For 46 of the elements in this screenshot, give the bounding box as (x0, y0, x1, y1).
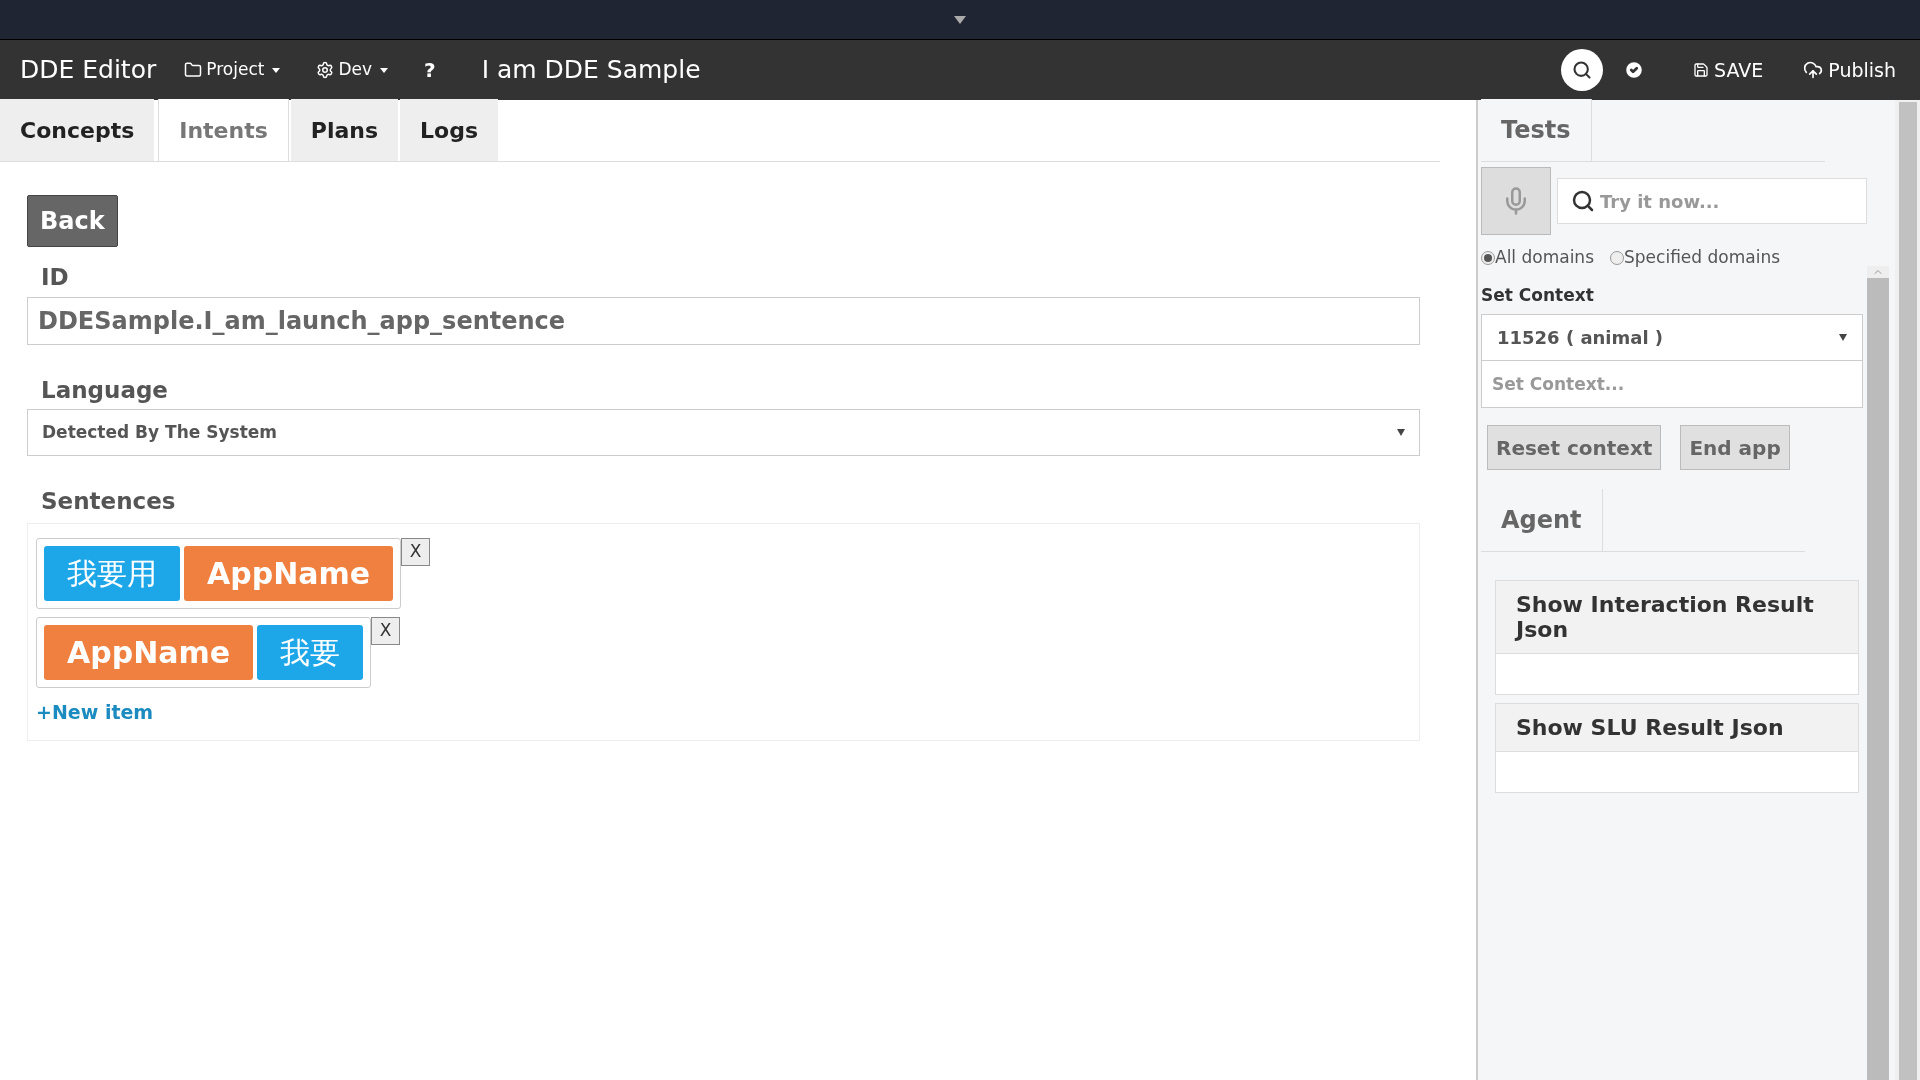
field-label: Sentences (41, 487, 177, 516)
collapse-caret-icon[interactable] (954, 15, 966, 24)
remove-button[interactable]: X (371, 616, 401, 645)
dropdown-arrow-icon (1397, 429, 1405, 436)
domain-radio[interactable]: All domains (1481, 245, 1594, 271)
field-label: Language (41, 375, 169, 405)
tab[interactable]: Plans (290, 99, 399, 161)
context-field[interactable]: Set Context... (1481, 361, 1863, 408)
settings-icon (316, 61, 335, 79)
field-label: ID (41, 263, 70, 292)
caret-icon (380, 67, 389, 73)
caret-icon (272, 67, 281, 73)
dropdown-arrow-icon (1839, 334, 1847, 341)
folder-icon (184, 61, 203, 79)
tab[interactable]: Intents (158, 99, 289, 161)
result-panel-title[interactable]: Show Interaction Result Json (1496, 581, 1858, 654)
nav-menu[interactable]: Dev (316, 57, 389, 83)
nav-action-button[interactable]: SAVE (1693, 55, 1764, 85)
save-icon (1693, 62, 1710, 78)
back-button[interactable]: Back (27, 195, 118, 247)
nav-menu[interactable]: ? (424, 55, 436, 85)
remove-button[interactable]: X (401, 537, 431, 566)
context-button[interactable]: Reset context (1487, 425, 1662, 470)
language-select[interactable]: Detected By The System (27, 409, 1420, 456)
search-button[interactable] (1561, 49, 1604, 91)
tab[interactable]: Concepts (0, 99, 155, 161)
microphone-button[interactable] (1481, 167, 1551, 235)
page-scrollbar[interactable] (1895, 100, 1920, 1080)
project-title: I am DDE Sample (481, 54, 701, 87)
set-context-label: Set Context (1481, 283, 1595, 307)
cloud-upload-icon (1803, 60, 1824, 80)
id-field[interactable]: DDESample.I_am_launch_app_sentence (27, 296, 1420, 345)
brand-title: DDE Editor (20, 54, 157, 87)
search-icon (1571, 189, 1595, 213)
domain-radio[interactable]: Specified domains (1610, 245, 1780, 271)
inner-scrollbar[interactable] (1867, 266, 1889, 1080)
nav-menu[interactable]: Project (184, 57, 281, 83)
context-select[interactable]: 11526 ( animal ) (1481, 314, 1863, 361)
context-button[interactable]: End app (1680, 425, 1790, 470)
nav-action-button[interactable]: Publish (1803, 55, 1896, 85)
try-search-field[interactable]: Try it now... (1557, 178, 1867, 224)
new-item-link[interactable]: +New item (36, 697, 154, 726)
search-icon (1572, 60, 1593, 80)
tab[interactable]: Tests (1481, 99, 1592, 161)
result-panel-title[interactable]: Show SLU Result Json (1496, 704, 1858, 752)
tab[interactable]: Logs (400, 99, 499, 161)
